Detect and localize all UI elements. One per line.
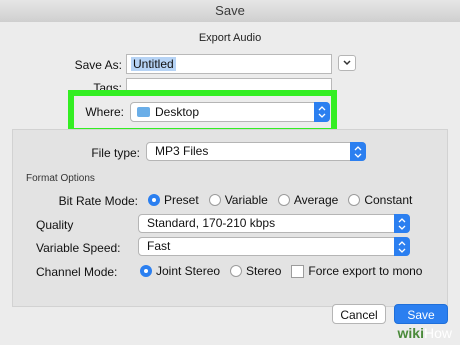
- watermark-prefix: wiki: [397, 325, 424, 341]
- variable-speed-popup[interactable]: Fast: [138, 237, 410, 256]
- where-label: Where:: [85, 105, 124, 119]
- where-stepper-icon: [314, 102, 330, 122]
- radio-label: Stereo: [246, 264, 282, 278]
- channel-mode-options: Joint Stereo Stereo Force export to mono: [140, 264, 422, 278]
- channel-mode-label: Channel Mode:: [36, 265, 118, 279]
- variable-speed-stepper-icon: [394, 237, 410, 256]
- radio-dot-icon: [348, 194, 361, 206]
- bit-rate-mode-label: Bit Rate Mode:: [58, 194, 138, 208]
- save-as-value: Untitled: [131, 57, 176, 71]
- save-button[interactable]: Save: [394, 304, 448, 324]
- radio-preset[interactable]: Preset: [148, 193, 199, 207]
- force-mono-checkbox[interactable]: Force export to mono: [291, 264, 422, 278]
- where-highlight-box: Where: Desktop: [68, 90, 337, 134]
- watermark: wikiHow: [398, 325, 452, 341]
- chevron-down-icon: [343, 60, 351, 66]
- radio-dot-icon: [208, 194, 221, 206]
- radio-label: Average: [293, 193, 339, 207]
- bit-rate-mode-options: Preset Variable Average Constant: [148, 193, 422, 207]
- variable-speed-value: Fast: [147, 239, 171, 253]
- radio-dot-icon: [277, 194, 290, 206]
- export-dialog: Export Audio Save As: Untitled Tags: Whe…: [0, 22, 460, 345]
- radio-label: Constant: [364, 193, 413, 207]
- save-as-input[interactable]: Untitled: [126, 54, 332, 74]
- window-title: Save: [0, 0, 460, 23]
- quality-value: Standard, 170-210 kbps: [147, 216, 276, 230]
- expand-button[interactable]: [338, 55, 356, 71]
- where-popup[interactable]: Desktop: [130, 102, 330, 122]
- radio-dot-icon: [140, 265, 152, 277]
- variable-speed-label: Variable Speed:: [36, 241, 121, 255]
- save-as-label: Save As:: [74, 58, 122, 72]
- radio-dot-icon: [230, 265, 243, 277]
- watermark-suffix: How: [423, 325, 452, 341]
- radio-label: Joint Stereo: [156, 264, 221, 278]
- radio-dot-icon: [148, 194, 160, 206]
- radio-average[interactable]: Average: [277, 193, 339, 207]
- file-type-label: File type:: [91, 146, 140, 160]
- radio-stereo[interactable]: Stereo: [230, 264, 281, 278]
- checkbox-label: Force export to mono: [308, 264, 423, 278]
- quality-label: Quality: [36, 218, 74, 232]
- checkbox-icon: [291, 264, 305, 278]
- radio-joint-stereo[interactable]: Joint Stereo: [140, 264, 220, 278]
- format-options-heading: Format Options: [26, 173, 95, 184]
- file-type-value: MP3 Files: [155, 144, 209, 158]
- radio-label: Preset: [164, 193, 199, 207]
- where-value: Desktop: [155, 105, 200, 119]
- radio-variable[interactable]: Variable: [208, 193, 268, 207]
- quality-popup[interactable]: Standard, 170-210 kbps: [138, 214, 410, 233]
- radio-label: Variable: [224, 193, 268, 207]
- file-type-popup[interactable]: MP3 Files: [146, 142, 366, 161]
- dialog-heading: Export Audio: [198, 32, 262, 44]
- cancel-button[interactable]: Cancel: [332, 304, 386, 324]
- file-type-stepper-icon: [350, 142, 366, 161]
- radio-constant[interactable]: Constant: [348, 193, 412, 207]
- folder-icon: [137, 107, 150, 117]
- quality-stepper-icon: [394, 214, 410, 233]
